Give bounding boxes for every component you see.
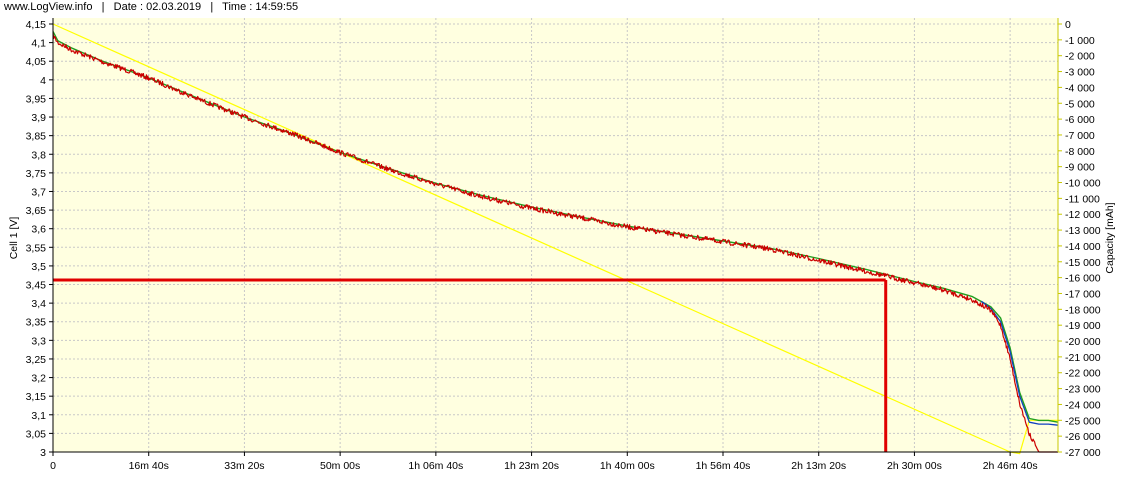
y-tick-label: 3,25 <box>26 354 47 366</box>
y2-tick-label: -13 000 <box>1065 225 1101 237</box>
y-tick-label: 3,85 <box>26 131 47 143</box>
plot-area <box>53 18 1058 452</box>
y-tick-label: 3,65 <box>26 205 47 217</box>
x-tick-label: 0 <box>50 460 56 472</box>
y-tick-label: 3,15 <box>26 391 47 403</box>
y-tick-label: 3,7 <box>31 186 46 198</box>
y-tick-label: 3,1 <box>31 410 46 422</box>
y2-tick-label: -15 000 <box>1065 257 1101 269</box>
y2-axis-label: Capacity [mAh] <box>1104 202 1116 273</box>
x-tick-label: 2h 46m 40s <box>983 460 1038 472</box>
y-tick-label: 3,35 <box>26 317 47 329</box>
y2-tick-label: -17 000 <box>1065 288 1101 300</box>
x-tick-label: 2h 30m 00s <box>887 460 942 472</box>
y2-tick-label: 0 <box>1065 19 1071 31</box>
x-tick-label: 33m 20s <box>224 460 264 472</box>
y2-tick-label: -11 000 <box>1065 193 1100 205</box>
x-tick-label: 2h 13m 20s <box>791 460 846 472</box>
y-tick-label: 3,75 <box>26 168 47 180</box>
x-tick-label: 1h 23m 20s <box>504 460 559 472</box>
y-tick-label: 3,4 <box>31 298 46 310</box>
y2-tick-label: -23 000 <box>1065 384 1101 396</box>
y2-tick-label: -21 000 <box>1065 352 1101 364</box>
y-tick-label: 4,15 <box>26 19 47 31</box>
y2-tick-label: -2 000 <box>1065 51 1095 63</box>
y2-tick-label: -27 000 <box>1065 447 1101 459</box>
y-tick-label: 3,2 <box>31 373 46 385</box>
y2-tick-label: -22 000 <box>1065 368 1101 380</box>
y2-tick-label: -24 000 <box>1065 399 1101 411</box>
y2-tick-label: -19 000 <box>1065 320 1101 332</box>
y2-tick-label: -12 000 <box>1065 209 1101 221</box>
x-tick-label: 1h 40m 00s <box>600 460 655 472</box>
y-tick-label: 3,45 <box>26 280 47 292</box>
y-tick-label: 4,05 <box>26 56 47 68</box>
y-tick-label: 3,05 <box>26 428 47 440</box>
x-tick-label: 1h 56m 40s <box>696 460 751 472</box>
y-tick-label: 3,9 <box>31 112 46 124</box>
y-tick-label: 4,1 <box>31 38 46 50</box>
x-tick-label: 16m 40s <box>129 460 169 472</box>
y2-tick-label: -26 000 <box>1065 431 1101 443</box>
y2-tick-label: -20 000 <box>1065 336 1101 348</box>
x-tick-label: 1h 06m 40s <box>408 460 463 472</box>
voltage-chart: 0 16m 40s 33m 20s 50m 00s 1h 06m 40s 1h 23m 2… <box>8 18 1116 472</box>
y2-tick-label: -8 000 <box>1065 146 1095 158</box>
y2-tick-label: -14 000 <box>1065 241 1101 253</box>
y-axis-label: Cell 1 [V] <box>8 217 20 260</box>
y-tick-label: 4 <box>40 75 46 87</box>
y-tick-label: 3,3 <box>31 335 46 347</box>
y-tick-label: 3,5 <box>31 261 46 273</box>
y2-tick-label: -6 000 <box>1065 114 1095 126</box>
y-tick-label: 3,95 <box>26 93 47 105</box>
y2-tick-label: -1 000 <box>1065 35 1095 47</box>
y2-tick-label: -10 000 <box>1065 178 1101 190</box>
y2-tick-label: -4 000 <box>1065 82 1095 94</box>
y2-tick-label: -16 000 <box>1065 273 1101 285</box>
y2-tick-label: -7 000 <box>1065 130 1095 142</box>
y-tick-label: 3,6 <box>31 224 46 236</box>
y2-tick-label: -3 000 <box>1065 67 1095 79</box>
y-tick-label: 3,8 <box>31 149 46 161</box>
y-tick-label: 3 <box>40 447 46 459</box>
x-tick-label: 50m 00s <box>320 460 360 472</box>
y2-tick-label: -5 000 <box>1065 98 1095 110</box>
y2-tick-label: -25 000 <box>1065 415 1101 427</box>
y-tick-label: 3,55 <box>26 242 47 254</box>
y2-tick-label: -9 000 <box>1065 162 1095 174</box>
y2-tick-label: -18 000 <box>1065 304 1101 316</box>
